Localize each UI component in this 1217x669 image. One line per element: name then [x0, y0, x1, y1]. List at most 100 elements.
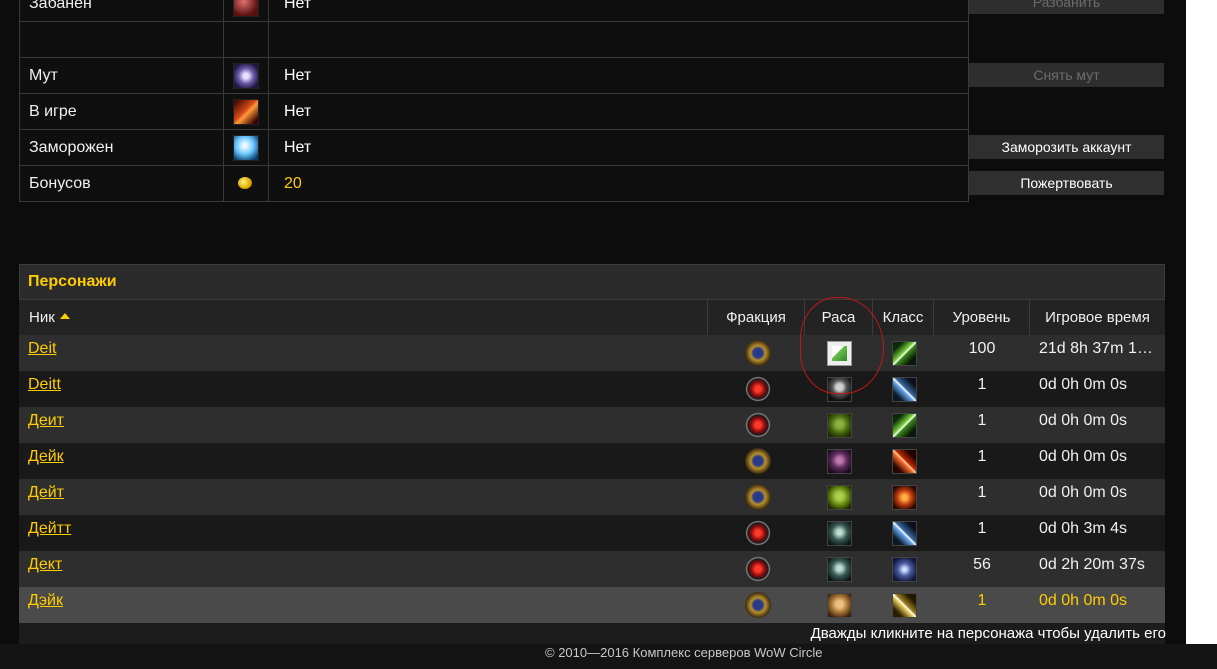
character-level: 1 — [977, 448, 987, 465]
warrior-class-icon — [892, 521, 917, 546]
ban-icon — [233, 0, 259, 17]
status-label: Забанен — [20, 0, 224, 21]
character-playtime: 0d 2h 20m 37s — [1039, 556, 1145, 573]
character-row[interactable]: Deitt 1 0d 0h 0m 0s — [19, 371, 1165, 407]
column-header-race[interactable]: Раса — [805, 300, 873, 335]
status-row-banned: Забанен Нет — [19, 0, 969, 22]
character-playtime: 0d 0h 0m 0s — [1039, 412, 1128, 429]
status-label — [20, 22, 224, 57]
footer-bar: © 2010—2016 Комплекс серверов WoW Circle — [0, 644, 1217, 669]
character-playtime: 21d 8h 37m 1… — [1039, 340, 1153, 357]
status-label: Заморожен — [20, 130, 224, 165]
character-name-link[interactable]: Деит — [28, 412, 64, 430]
status-row-mute: Мут Нет — [19, 58, 969, 94]
status-label: Мут — [20, 58, 224, 93]
status-icon-cell — [224, 0, 269, 21]
character-name-link[interactable]: Дект — [28, 556, 62, 574]
status-value: Нет — [284, 139, 312, 156]
status-value: Нет — [284, 0, 312, 12]
alliance-faction-icon — [745, 340, 771, 366]
horde-faction-icon — [745, 520, 771, 546]
copyright-text: © 2010—2016 Комплекс серверов WoW Circle — [545, 645, 823, 660]
horde-faction-icon — [745, 556, 771, 582]
character-level: 1 — [977, 520, 987, 537]
character-level: 1 — [977, 412, 987, 429]
character-level: 1 — [977, 592, 987, 609]
character-level: 1 — [977, 376, 987, 393]
column-header-level[interactable]: Уровень — [934, 300, 1030, 335]
character-name-link[interactable]: Deitt — [28, 376, 61, 394]
character-row[interactable]: Дект 56 0d 2h 20m 37s — [19, 551, 1165, 587]
sort-ascending-icon — [59, 313, 70, 320]
orc-race-icon — [827, 413, 852, 438]
mute-icon — [233, 63, 259, 89]
character-level: 1 — [977, 484, 987, 501]
alliance-faction-icon — [745, 484, 771, 510]
status-row-frozen: Заморожен Нет — [19, 130, 969, 166]
status-value: Нет — [284, 103, 312, 120]
characters-section: Персонажи Ник Фракция Раса Класс Уровень… — [19, 264, 1165, 644]
status-row-bonus: Бонусов 20 — [19, 166, 969, 202]
status-label: Бонусов — [20, 166, 224, 201]
forsaken-race-icon — [827, 521, 852, 546]
paladin-class-icon — [892, 593, 917, 618]
forsaken-race-icon — [827, 557, 852, 582]
character-row-selected[interactable]: Дэйк 1 0d 0h 0m 0s — [19, 587, 1165, 623]
character-level: 100 — [968, 340, 996, 357]
character-name-link[interactable]: Дейк — [28, 448, 64, 466]
blood-elf-race-icon — [827, 449, 852, 474]
column-header-faction[interactable]: Фракция — [708, 300, 805, 335]
character-row[interactable]: Дейт 1 0d 0h 0m 0s — [19, 479, 1165, 515]
status-value: Нет — [284, 67, 312, 84]
alliance-faction-icon — [745, 448, 771, 474]
human-race-icon — [827, 593, 852, 618]
status-icon-cell — [224, 130, 269, 165]
ingame-icon — [233, 99, 259, 125]
character-playtime: 0d 0h 0m 0s — [1039, 448, 1128, 465]
status-icon-cell — [224, 58, 269, 93]
status-value — [269, 22, 284, 57]
page: Забанен Нет Мут Нет В игре Нет Заморожен — [0, 0, 1217, 669]
warrior-class-icon — [892, 377, 917, 402]
character-name-link[interactable]: Дейт — [28, 484, 64, 502]
status-label: В игре — [20, 94, 224, 129]
bonus-value: 20 — [284, 175, 302, 192]
character-row[interactable]: Деит 1 0d 0h 0m 0s — [19, 407, 1165, 443]
status-icon-cell — [224, 22, 269, 57]
character-name-link[interactable]: Deit — [28, 340, 56, 358]
character-playtime: 0d 0h 0m 0s — [1039, 592, 1128, 609]
character-playtime: 0d 0h 3m 4s — [1039, 520, 1128, 537]
column-header-nick[interactable]: Ник — [19, 300, 708, 335]
column-header-playtime[interactable]: Игровое время — [1030, 300, 1165, 335]
alliance-faction-icon — [745, 592, 771, 618]
status-row-empty — [19, 22, 969, 58]
hunter-class-icon — [892, 413, 917, 438]
horde-faction-icon — [745, 376, 771, 402]
characters-title: Персонажи — [19, 264, 1165, 300]
unban-button[interactable]: Разбанить — [969, 0, 1164, 14]
account-panel: Забанен Нет Мут Нет В игре Нет Заморожен — [0, 0, 1186, 644]
unmute-button[interactable]: Снять мут — [969, 63, 1164, 87]
goblin-race-icon — [827, 485, 852, 510]
status-row-ingame: В игре Нет — [19, 94, 969, 130]
status-icon-cell — [224, 94, 269, 129]
hunter-class-icon — [892, 341, 917, 366]
column-header-class[interactable]: Класс — [873, 300, 934, 335]
bonus-coin-icon — [238, 177, 252, 189]
freeze-account-button[interactable]: Заморозить аккаунт — [969, 135, 1164, 159]
character-name-link[interactable]: Дэйк — [28, 592, 63, 610]
donate-button[interactable]: Пожертвовать — [969, 171, 1164, 195]
character-name-link[interactable]: Дейтт — [28, 520, 71, 538]
frozen-icon — [233, 135, 259, 161]
character-playtime: 0d 0h 0m 0s — [1039, 484, 1128, 501]
character-row[interactable]: Deit 100 21d 8h 37m 1… — [19, 335, 1165, 371]
mage-class-icon — [892, 449, 917, 474]
column-header-label: Ник — [29, 309, 55, 326]
character-playtime: 0d 0h 0m 0s — [1039, 376, 1128, 393]
character-row[interactable]: Дейтт 1 0d 0h 3m 4s — [19, 515, 1165, 551]
shaman-class-icon — [892, 485, 917, 510]
death-knight-class-icon — [892, 557, 917, 582]
character-row[interactable]: Дейк 1 0d 0h 0m 0s — [19, 443, 1165, 479]
undead-race-icon — [827, 377, 852, 402]
status-icon-cell — [224, 166, 269, 201]
